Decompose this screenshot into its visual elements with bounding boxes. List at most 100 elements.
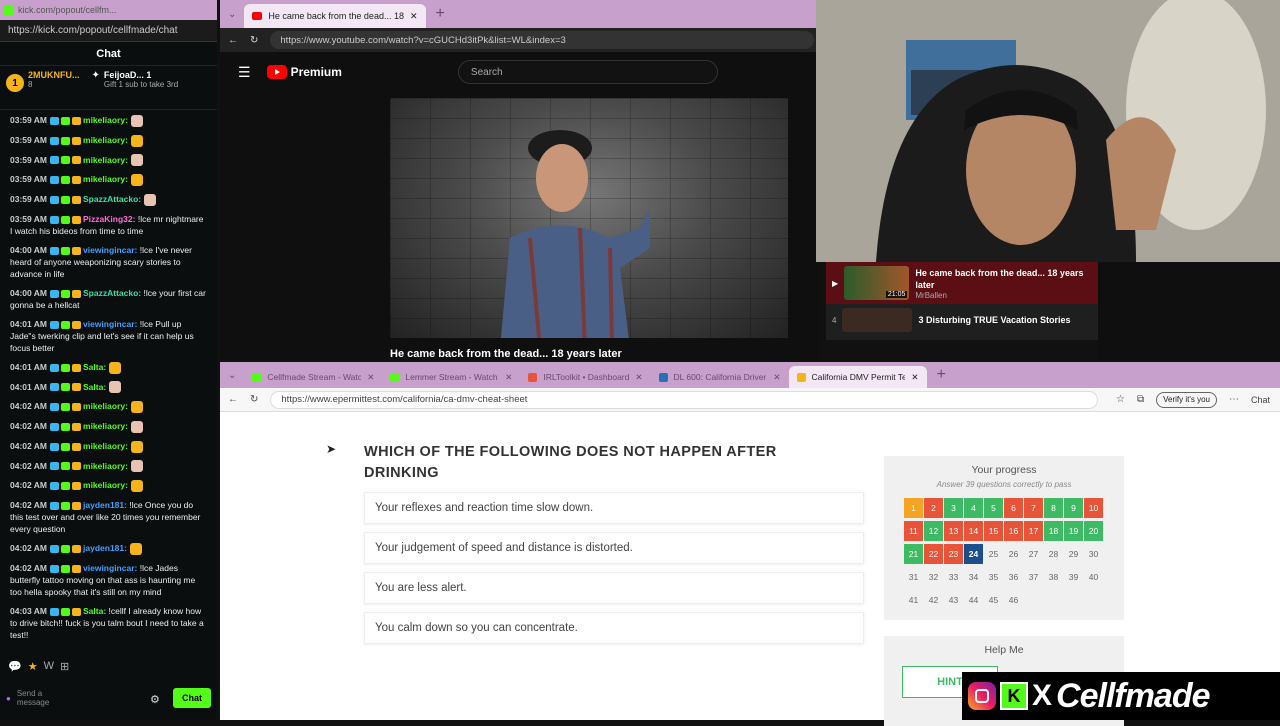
question-number-cell[interactable]: 12 <box>924 521 943 541</box>
close-tab-icon[interactable]: ✕ <box>410 11 418 22</box>
message-username[interactable]: mikeliaory: <box>83 155 128 165</box>
address-bar[interactable]: https://www.epermittest.com/california/c… <box>270 390 1098 409</box>
question-number-cell[interactable]: 32 <box>924 567 943 587</box>
message-username[interactable]: mikeliaory: <box>83 461 128 471</box>
tab-menu-icon[interactable]: ⌄ <box>228 9 236 20</box>
playlist-item-current[interactable]: ▶ 21:05 He came back from the dead... 18… <box>826 262 1098 304</box>
question-number-cell[interactable]: 40 <box>1084 567 1103 587</box>
question-number-cell[interactable]: 18 <box>1044 521 1063 541</box>
question-number-cell[interactable]: 41 <box>904 590 923 610</box>
question-number-cell[interactable]: 25 <box>984 544 1003 564</box>
question-number-cell[interactable]: 6 <box>1004 498 1023 518</box>
question-number-cell[interactable]: 35 <box>984 567 1003 587</box>
close-tab-icon[interactable]: ✕ <box>367 372 374 383</box>
message-username[interactable]: viewingincar: <box>83 245 137 255</box>
message-username[interactable]: mikeliaory: <box>83 480 128 490</box>
message-username[interactable]: mikeliaory: <box>83 174 128 184</box>
question-number-cell[interactable]: 24 <box>964 544 983 564</box>
back-icon[interactable]: ← <box>228 35 238 46</box>
message-username[interactable]: Salta: <box>83 606 106 616</box>
gifter-1[interactable]: 1 2MUKNFU... 8 <box>6 70 80 105</box>
question-number-cell[interactable]: 28 <box>1044 544 1063 564</box>
question-number-cell[interactable]: 33 <box>944 567 963 587</box>
question-number-cell[interactable]: 38 <box>1044 567 1063 587</box>
message-username[interactable]: SpazzAttacko: <box>83 288 141 298</box>
message-username[interactable]: PizzaKing32: <box>83 214 135 224</box>
reload-icon[interactable]: ↻ <box>250 394 258 405</box>
question-number-cell[interactable]: 4 <box>964 498 983 518</box>
reload-icon[interactable]: ↻ <box>250 35 258 46</box>
question-number-cell[interactable]: 43 <box>944 590 963 610</box>
close-tab-icon[interactable]: ✕ <box>773 372 780 383</box>
send-message-input[interactable]: ● Send a message <box>6 688 76 708</box>
question-number-cell[interactable]: 11 <box>904 521 923 541</box>
youtube-premium-logo[interactable]: Premium <box>266 65 342 79</box>
question-number-cell[interactable]: 20 <box>1084 521 1103 541</box>
question-number-cell[interactable]: 7 <box>1024 498 1043 518</box>
browser-tab[interactable]: IRLToolkit • Dashboard ✕ <box>520 366 650 388</box>
message-username[interactable]: SpazzAttacko: <box>83 194 141 204</box>
question-number-cell[interactable]: 5 <box>984 498 1003 518</box>
message-username[interactable]: mikeliaory: <box>83 401 128 411</box>
emote-icon[interactable]: ★ <box>28 660 38 673</box>
video-player[interactable] <box>390 98 788 338</box>
answer-option[interactable]: Your reflexes and reaction time slow dow… <box>364 492 864 524</box>
question-number-cell[interactable]: 17 <box>1024 521 1043 541</box>
hamburger-menu-icon[interactable]: ☰ <box>238 64 251 81</box>
question-number-cell[interactable]: 21 <box>904 544 923 564</box>
tab-menu-icon[interactable]: ⌄ <box>228 370 236 381</box>
question-number-cell[interactable]: 29 <box>1064 544 1083 564</box>
question-number-cell[interactable]: 23 <box>944 544 963 564</box>
star-icon[interactable]: ☆ <box>1116 394 1125 405</box>
verify-identity-button[interactable]: Verify it's you <box>1156 391 1217 408</box>
browser-tab[interactable]: Lemmer Stream - Watch Live on K ✕ <box>382 366 520 388</box>
question-number-cell[interactable]: 9 <box>1064 498 1083 518</box>
chat-send-button[interactable]: Chat <box>173 688 211 708</box>
question-number-cell[interactable]: 26 <box>1004 544 1023 564</box>
message-username[interactable]: Salta: <box>83 382 106 392</box>
question-number-cell[interactable]: 13 <box>944 521 963 541</box>
question-number-cell[interactable]: 44 <box>964 590 983 610</box>
question-number-cell[interactable]: 46 <box>1004 590 1023 610</box>
message-username[interactable]: jayden181: <box>83 500 127 510</box>
question-number-cell[interactable]: 14 <box>964 521 983 541</box>
browser-tab[interactable]: DL 600: California Driver Handbo ✕ <box>651 366 789 388</box>
emote-icon[interactable]: ⊞ <box>60 660 69 673</box>
question-number-cell[interactable]: 42 <box>924 590 943 610</box>
mic-icon[interactable]: ● <box>6 694 11 703</box>
question-number-cell[interactable]: 1 <box>904 498 923 518</box>
message-username[interactable]: viewingincar: <box>83 319 137 329</box>
close-tab-icon[interactable]: ✕ <box>911 372 918 383</box>
extensions-icon[interactable]: ⧉ <box>1137 394 1144 405</box>
yt-search-input[interactable]: Search <box>457 60 718 84</box>
answer-option[interactable]: Your judgement of speed and distance is … <box>364 532 864 564</box>
question-number-cell[interactable]: 39 <box>1064 567 1083 587</box>
close-tab-icon[interactable]: ✕ <box>635 372 642 383</box>
new-tab-icon[interactable]: + <box>436 5 445 23</box>
question-number-cell[interactable]: 36 <box>1004 567 1023 587</box>
new-tab-icon[interactable]: + <box>937 366 946 384</box>
question-number-cell[interactable]: 45 <box>984 590 1003 610</box>
more-menu-icon[interactable]: ⋯ <box>1229 394 1239 405</box>
question-number-cell[interactable]: 27 <box>1024 544 1043 564</box>
message-username[interactable]: mikeliaory: <box>83 421 128 431</box>
message-username[interactable]: viewingincar: <box>83 563 137 573</box>
question-number-cell[interactable]: 22 <box>924 544 943 564</box>
question-number-cell[interactable]: 19 <box>1064 521 1083 541</box>
question-number-cell[interactable]: 10 <box>1084 498 1103 518</box>
browser-tab[interactable]: California DMV Permit Test Cheat ✕ <box>788 366 927 388</box>
yt-address-bar[interactable]: https://www.youtube.com/watch?v=cGUCHd3i… <box>270 31 814 49</box>
question-number-cell[interactable]: 30 <box>1084 544 1103 564</box>
message-username[interactable]: Salta: <box>83 362 106 372</box>
question-number-cell[interactable]: 31 <box>904 567 923 587</box>
tab-youtube-video[interactable]: He came back from the dead... 18 ✕ <box>244 4 426 28</box>
message-username[interactable]: mikeliaory: <box>83 441 128 451</box>
chat-url-bar[interactable]: https://kick.com/popout/cellfmade/chat <box>0 20 217 42</box>
browser-tab[interactable]: Cellfmade Stream - Watch Live o ✕ <box>244 366 382 388</box>
close-tab-icon[interactable]: ✕ <box>505 372 512 383</box>
question-number-cell[interactable]: 34 <box>964 567 983 587</box>
question-number-cell[interactable]: 2 <box>924 498 943 518</box>
question-number-cell[interactable]: 8 <box>1044 498 1063 518</box>
message-username[interactable]: mikeliaory: <box>83 115 128 125</box>
message-username[interactable]: jayden181: <box>83 543 127 553</box>
